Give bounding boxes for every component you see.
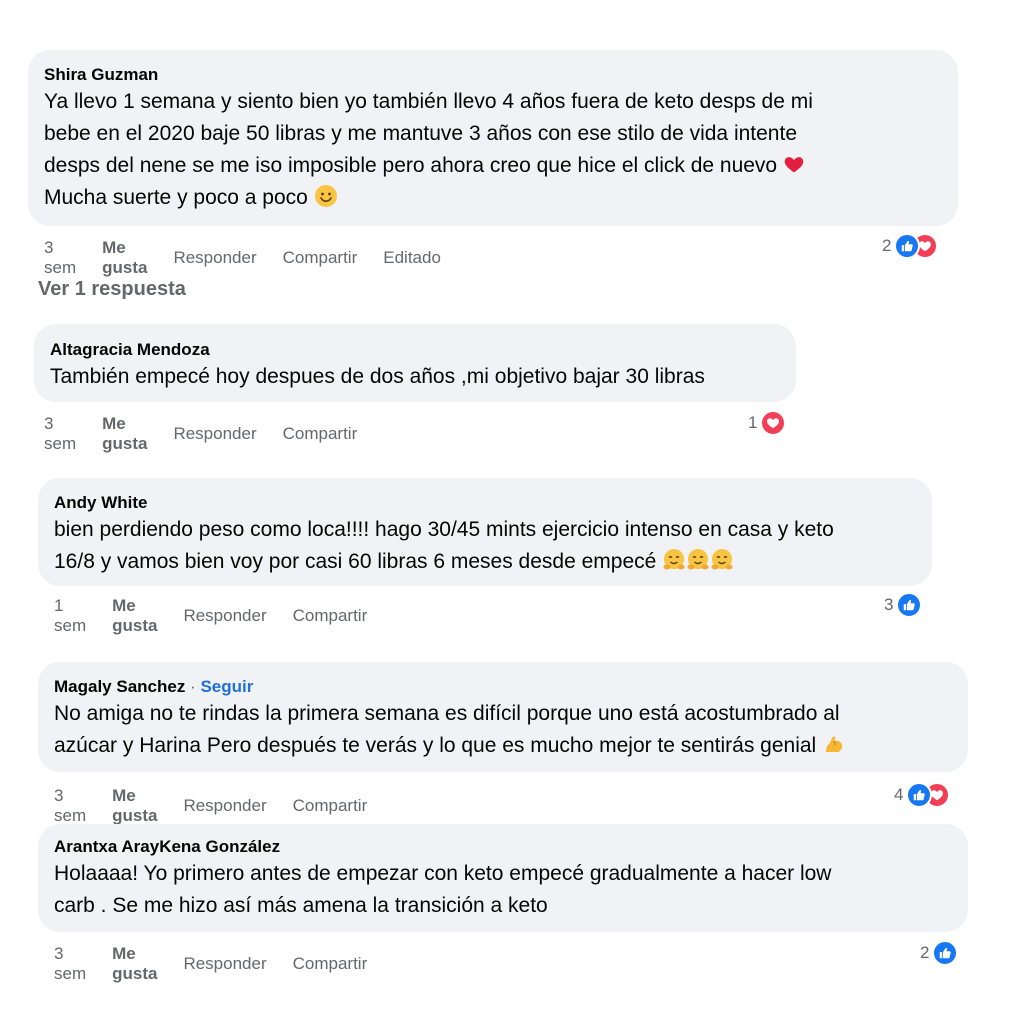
like-button[interactable]: Me gusta [112,944,157,984]
reaction-summary[interactable]: 2 [882,233,939,259]
reply-button[interactable]: Responder [173,424,256,444]
smile-emoji-icon [314,185,337,207]
share-button[interactable]: Compartir [293,954,368,974]
reaction-count: 2 [920,943,930,962]
separator-dot: · [185,677,201,696]
comment-line: Holaaaa! Yo primero antes de empezar con… [54,862,832,885]
comment-line: No amiga no te rindas la primera semana … [54,702,840,725]
comment-author[interactable]: Shira Guzman [44,64,940,86]
reply-button[interactable]: Responder [183,796,266,816]
comment-time[interactable]: 3 sem [44,414,76,454]
comment-time[interactable]: 3 sem [54,944,86,984]
share-button[interactable]: Compartir [293,606,368,626]
comment-line-text: desps del nene se me iso imposible pero … [44,154,778,177]
comment-line: azúcar y Harina Pero después te verás y … [54,730,950,762]
comment-line: bien perdiendo peso como loca!!!! hago 3… [54,518,834,541]
heart-emoji-icon [784,157,804,173]
hug-face-emoji-icon [711,549,733,570]
comment-author[interactable]: Magaly Sanchez [54,677,185,696]
like-button[interactable]: Me gusta [102,238,147,278]
share-button[interactable]: Compartir [283,248,358,268]
like-button[interactable]: Me gusta [102,414,147,454]
reaction-count: 1 [748,413,758,432]
comment-actions: 1 sem Me gusta Responder Compartir [54,596,367,636]
comment-text: Holaaaa! Yo primero antes de empezar con… [54,858,950,922]
edited-label: Editado [383,248,441,267]
reaction-summary[interactable]: 2 [920,940,959,966]
view-replies-link[interactable]: Ver 1 respuesta [38,278,186,301]
share-button[interactable]: Compartir [283,424,358,444]
follow-button[interactable]: Seguir [200,677,253,696]
hug-face-emoji-icon [687,549,709,570]
reaction-summary[interactable]: 4 [894,782,951,808]
comment-author-row: Magaly Sanchez · Seguir [54,676,950,698]
comment-author[interactable]: Arantxa ArayKena González [54,836,950,858]
comment-actions: 3 sem Me gusta Responder Compartir [44,414,357,454]
like-reaction-icon [896,592,923,618]
reaction-count: 2 [882,236,892,255]
comment-line-text: 16/8 y vamos bien voy por casi 60 libras… [54,550,657,573]
comment-author[interactable]: Altagracia Mendoza [50,339,778,361]
comment-actions: 3 sem Me gusta Responder Compartir Edita… [44,238,441,278]
comment-time[interactable]: 1 sem [54,596,86,636]
comment-bubble: Altagracia Mendoza También empecé hoy de… [34,324,796,402]
reply-button[interactable]: Responder [183,954,266,974]
reaction-count: 4 [894,785,904,804]
like-button[interactable]: Me gusta [112,786,157,826]
comment-bubble: Shira Guzman Ya llevo 1 semana y siento … [28,50,958,226]
flexed-biceps-emoji-icon [826,736,843,752]
comment-line: Ya llevo 1 semana y siento bien yo tambi… [44,90,813,113]
comment-line: desps del nene se me iso imposible pero … [44,150,940,182]
comment-bubble: Andy White bien perdiendo peso como loca… [38,478,932,586]
comment-bubble: Magaly Sanchez · Seguir No amiga no te r… [38,662,968,772]
comment-text: También empecé hoy despues de dos años ,… [50,361,778,393]
comment-time[interactable]: 3 sem [44,238,76,278]
like-button[interactable]: Me gusta [112,596,157,636]
share-button[interactable]: Compartir [293,796,368,816]
hug-face-emoji-icon [663,549,685,570]
comment-line: carb . Se me hizo así más amena la trans… [54,894,548,917]
reply-button[interactable]: Responder [173,248,256,268]
like-reaction-icon [932,940,959,966]
comment-time[interactable]: 3 sem [54,786,86,826]
comment-line: También empecé hoy despues de dos años ,… [50,365,705,388]
comment-text: bien perdiendo peso como loca!!!! hago 3… [54,514,914,578]
comment-author[interactable]: Andy White [54,492,914,514]
reaction-summary[interactable]: 1 [748,410,787,436]
comment-bubble: Arantxa ArayKena González Holaaaa! Yo pr… [38,824,968,932]
comment-line: bebe en el 2020 baje 50 libras y me mant… [44,122,797,145]
comment-actions: 3 sem Me gusta Responder Compartir [54,786,367,826]
reaction-count: 3 [884,595,894,614]
comment-line-text: Mucha suerte y poco a poco [44,186,308,209]
reaction-summary[interactable]: 3 [884,592,923,618]
reply-button[interactable]: Responder [183,606,266,626]
comment-text: Ya llevo 1 semana y siento bien yo tambi… [44,86,940,214]
comment-line-text: azúcar y Harina Pero después te verás y … [54,734,817,757]
comment-text: No amiga no te rindas la primera semana … [54,698,950,762]
love-reaction-icon [760,410,787,436]
comment-line: 16/8 y vamos bien voy por casi 60 libras… [54,546,914,578]
comment-actions: 3 sem Me gusta Responder Compartir [54,944,367,984]
comment-line: Mucha suerte y poco a poco [44,182,940,214]
